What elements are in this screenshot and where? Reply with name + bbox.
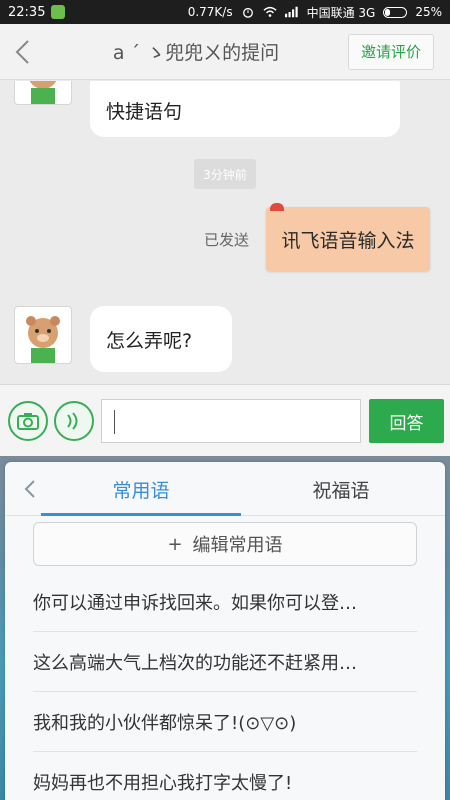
app-notification-icon <box>51 5 66 19</box>
sent-message-text: 讯飞语音输入法 <box>281 229 415 252</box>
page-title: a ´ ゝ兜兜ㄨ的提问 <box>112 42 280 64</box>
invite-review-button[interactable]: 邀请评价 <box>348 33 434 70</box>
answer-button[interactable]: 回答 <box>369 399 444 443</box>
chevron-left-icon <box>24 480 35 498</box>
list-item[interactable]: 我和我的小伙伴都惊呆了!(⊙▽⊙) <box>33 692 417 752</box>
chevron-left-icon <box>15 39 29 64</box>
input-bar: 回答 <box>0 384 450 456</box>
list-item[interactable]: 妈妈再也不用担心我打字太慢了! <box>33 752 417 800</box>
avatar[interactable] <box>14 306 72 364</box>
voice-button[interactable] <box>54 401 94 441</box>
sent-message: 讯飞语音输入法 <box>266 203 430 271</box>
network-speed: 0.77K/s <box>187 5 233 19</box>
signal-icon <box>284 6 298 18</box>
edit-phrases-button[interactable]: + 编辑常用语 <box>33 522 417 566</box>
list-item[interactable]: 你可以通过申诉找回来。如果你可以登… <box>33 572 417 632</box>
back-button[interactable] <box>0 24 44 80</box>
phrase-list: 你可以通过申诉找回来。如果你可以登… 这么高端大气上档次的功能还不赶紧用… 我和… <box>33 572 417 800</box>
wifi-icon <box>262 6 277 17</box>
battery-percent: 25% <box>415 5 442 19</box>
answer-input[interactable] <box>101 399 361 443</box>
camera-icon <box>17 413 39 430</box>
phrase-text: 这么高端大气上档次的功能还不赶紧用… <box>33 652 357 674</box>
list-item[interactable]: 这么高端大气上档次的功能还不赶紧用… <box>33 632 417 692</box>
bear-avatar-icon <box>26 316 60 363</box>
received-message: 怎么弄呢? <box>90 306 232 372</box>
battery-fill <box>385 8 391 16</box>
camera-button[interactable] <box>8 401 48 441</box>
tab-common-phrases[interactable]: 常用语 <box>41 462 241 516</box>
phrase-text: 你可以通过申诉找回来。如果你可以登… <box>33 592 357 614</box>
tab-blessings[interactable]: 祝福语 <box>241 462 441 516</box>
status-bar: 22:35 0.77K/s 中国联通 3G 25% <box>0 0 450 24</box>
hat-decoration-icon <box>270 203 284 211</box>
text-caret <box>114 410 115 434</box>
phrase-text: 我和我的小伙伴都惊呆了!(⊙▽⊙) <box>33 712 297 734</box>
clock: 22:35 <box>8 4 46 20</box>
edit-phrases-label: 编辑常用语 <box>192 535 283 556</box>
battery-icon <box>383 6 408 18</box>
panel-tab-bar: 常用语 祝福语 <box>5 462 445 516</box>
voice-icon <box>67 412 78 430</box>
avatar[interactable] <box>14 81 72 105</box>
alarm-icon <box>242 7 253 18</box>
received-message: 快捷语句 <box>90 81 400 137</box>
phrase-text: 妈妈再也不用担心我打字太慢了! <box>33 773 293 794</box>
top-bar: a ´ ゝ兜兜ㄨ的提问 邀请评价 <box>0 24 450 80</box>
bear-avatar-icon <box>29 81 57 104</box>
chat-area[interactable]: 快捷语句 3分钟前 已发送 讯飞语音输入法 怎么弄呢? <box>0 81 450 384</box>
quick-phrase-panel: 常用语 祝福语 + 编辑常用语 你可以通过申诉找回来。如果你可以登… 这么高端大… <box>5 462 445 800</box>
sent-status-label: 已发送 <box>204 231 250 249</box>
carrier-label: 中国联通 3G <box>306 5 376 20</box>
message-timestamp: 3分钟前 <box>194 159 256 189</box>
plus-icon: + <box>167 533 183 555</box>
